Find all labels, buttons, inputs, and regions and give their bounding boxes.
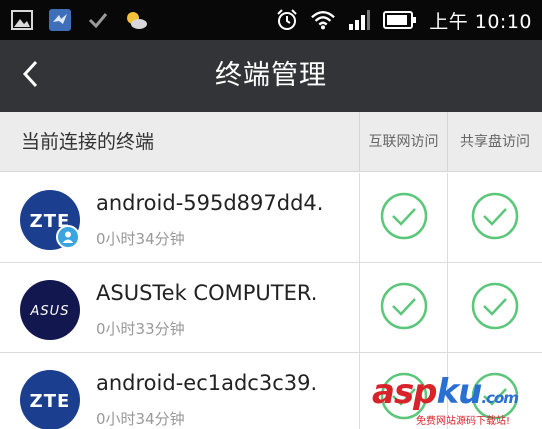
status-bar: 上午 10:10 [0, 0, 542, 40]
watermark: aspku.com 免费网站源码下载站! [372, 372, 542, 429]
signal-icon [347, 9, 371, 31]
gallery-icon [10, 9, 34, 31]
device-row[interactable]: ZTE android-595d897dd4. 0小时34分钟 [0, 173, 542, 263]
check-circle-icon [470, 191, 520, 245]
watermark-logo: aspku.com [372, 372, 519, 412]
alarm-icon [275, 9, 299, 31]
internet-access-toggle[interactable] [359, 263, 447, 353]
system-status: 上午 10:10 [275, 6, 532, 34]
internet-access-toggle[interactable] [359, 173, 447, 263]
weather-icon [124, 9, 148, 31]
back-button[interactable] [10, 54, 50, 98]
list-header: 当前连接的终端 互联网访问 共享盘访问 [0, 112, 542, 172]
share-access-toggle[interactable] [447, 173, 542, 263]
page-title: 终端管理 [215, 60, 327, 91]
zte-logo-icon: ZTE [20, 370, 80, 429]
connected-devices-label: 当前连接的终端 [21, 131, 155, 153]
asus-logo-icon: ASUS [20, 280, 80, 340]
device-name: ASUSTek COMPUTER. [96, 281, 318, 305]
check-circle-icon [379, 191, 429, 245]
svg-text:ZTE: ZTE [30, 391, 71, 412]
connected-time: 0小时34分钟 [96, 230, 185, 248]
internet-access-column-header: 互联网访问 [359, 112, 447, 172]
device-row[interactable]: ASUS ASUSTek COMPUTER. 0小时33分钟 [0, 263, 542, 353]
device-name: android-595d897dd4. [96, 191, 324, 215]
watermark-tagline: 免费网站源码下载站! [416, 416, 511, 427]
app-bird-icon [48, 9, 72, 31]
user-icon [56, 225, 80, 249]
connected-time: 0小时33分钟 [96, 320, 185, 338]
wifi-icon [311, 9, 336, 31]
svg-text:ASUS: ASUS [30, 304, 70, 319]
check-circle-icon [470, 281, 520, 335]
connected-time: 0小时34分钟 [96, 410, 185, 428]
title-bar: 终端管理 [0, 40, 542, 112]
clock-time: 上午 10:10 [429, 10, 532, 33]
notification-icons [10, 8, 148, 32]
share-access-column-header: 共享盘访问 [447, 112, 542, 172]
check-icon [86, 9, 110, 31]
chevron-left-icon [20, 59, 40, 93]
share-access-toggle[interactable] [447, 263, 542, 353]
check-circle-icon [379, 281, 429, 335]
battery-icon [383, 9, 417, 31]
device-name: android-ec1adc3c39. [96, 371, 318, 395]
